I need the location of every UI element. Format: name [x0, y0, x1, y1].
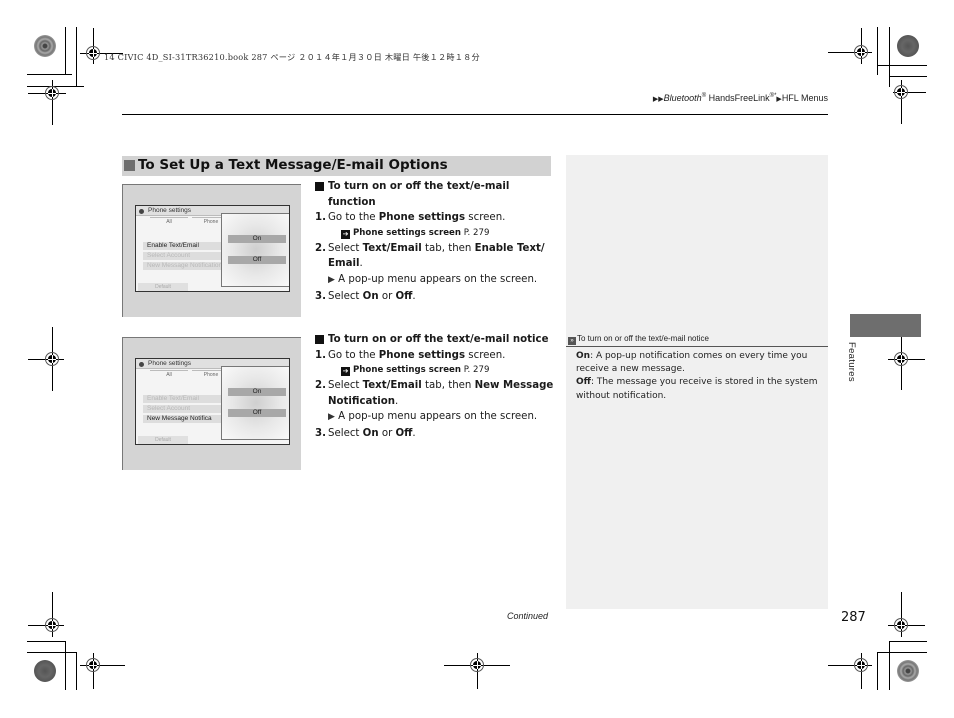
crop-line	[889, 641, 890, 690]
screen-default-button: Default	[138, 436, 188, 444]
crop-line	[889, 27, 890, 87]
crop-line	[27, 652, 77, 653]
popup-option-off: Off	[228, 256, 286, 264]
crop-line	[889, 76, 927, 77]
bullet-icon	[139, 361, 144, 367]
triangle-bullet-icon: ▶	[328, 412, 335, 423]
print-header: 14 CIVIC 4D_SI-31TR36210.book 287 ページ ２０…	[104, 52, 480, 62]
step-1: 1. Go to the Phone settings screen.	[315, 349, 506, 361]
breadcrumb-item-bluetooth[interactable]: Bluetooth	[664, 93, 702, 103]
crop-line	[65, 641, 66, 690]
crop-line	[877, 652, 878, 690]
crop-line	[65, 27, 66, 75]
crop-line	[889, 641, 927, 642]
crop-line	[877, 65, 927, 66]
screen-popup-menu: On Off	[221, 213, 289, 287]
square-bullet-icon	[315, 182, 324, 191]
step-3: 3. Select On or Off.	[315, 290, 416, 302]
procedure-heading: To turn on or off the text/e-mail functi…	[315, 179, 555, 210]
step-note: ▶ A pop-up menu appears on the screen.	[328, 411, 538, 423]
triangle-bullet-icon: ▶	[328, 274, 335, 285]
phone-settings-screen: Phone settings All Phone Enable Text/Ema…	[135, 205, 290, 292]
section-heading: To Set Up a Text Message/E-mail Options	[122, 156, 551, 176]
side-note-body: On: A pop-up notification comes on every…	[576, 350, 824, 403]
bullet-icon	[139, 208, 144, 214]
crop-line	[76, 27, 77, 87]
step-note: ▶ A pop-up menu appears on the screen.	[328, 273, 538, 285]
step-2: 2. Select Text/Email tab, then Enable Tex…	[315, 242, 545, 270]
screen-popup-menu: On Off	[221, 366, 289, 440]
screen-row-new-message-notification: New Message Notification	[143, 262, 228, 270]
popup-option-on: On	[228, 388, 286, 396]
side-note-item-off: Off: The message you receive is stored i…	[576, 377, 818, 401]
double-arrow-icon: ▶▶	[652, 96, 664, 103]
popup-option-on: On	[228, 235, 286, 243]
screen-row-enable-text-email: Enable Text/Email	[143, 242, 228, 250]
registered-mark: ®	[701, 93, 707, 99]
screen-row-select-account: Select Account	[143, 252, 228, 260]
registration-rosette-icon	[897, 35, 919, 57]
screen-row-new-message-notification: New Message Notifica	[143, 415, 228, 423]
continued-label: Continued	[507, 611, 549, 621]
screen-row-select-account: Select Account	[143, 405, 228, 413]
step-2: 2. Select Text/Email tab, then New Messag…	[315, 380, 554, 407]
registration-rosette-icon	[34, 35, 56, 57]
screen-title: Phone settings	[148, 207, 192, 214]
square-bullet-icon	[124, 160, 135, 171]
reference-arrow-icon: ➔	[341, 367, 350, 377]
square-bullet-icon	[315, 335, 324, 344]
screen-default-button: Default	[138, 283, 188, 291]
section-title: To Set Up a Text Message/E-mail Options	[138, 157, 448, 173]
registration-rosette-icon	[34, 660, 56, 682]
cross-reference[interactable]: ➔ Phone settings screen P. 279	[315, 226, 555, 241]
procedure-1: To turn on or off the text/e-mail functi…	[315, 179, 555, 304]
reference-arrow-icon: ➔	[341, 229, 350, 239]
screen-row-enable-text-email: Enable Text/Email	[143, 395, 228, 403]
phone-settings-screen: Phone settings All Phone Enable Text/Ema…	[135, 358, 290, 445]
screen-tab-all: All	[150, 370, 188, 379]
page-number: 287	[841, 610, 866, 625]
screen-illustration-2: Phone settings All Phone Enable Text/Ema…	[122, 337, 301, 470]
popup-option-off: Off	[228, 409, 286, 417]
crop-line	[76, 652, 77, 690]
step-3: 3. Select On or Off.	[315, 427, 416, 439]
procedure-2: To turn on or off the text/e-mail notice…	[315, 332, 555, 442]
screen-tab-all: All	[150, 217, 188, 226]
cross-reference[interactable]: ➔ Phone settings screen P. 279	[315, 363, 555, 378]
breadcrumb: ▶▶Bluetooth® HandsFreeLink®*▶HFL Menus	[653, 93, 828, 103]
screen-title: Phone settings	[148, 360, 192, 367]
crop-line	[27, 641, 66, 642]
breadcrumb-item-handsfreelink[interactable]: HandsFreeLink	[709, 93, 770, 103]
breadcrumb-item-hfl-menus[interactable]: HFL Menus	[782, 93, 828, 103]
registration-rosette-icon	[897, 660, 919, 682]
crop-line	[877, 27, 878, 75]
crop-line	[877, 652, 927, 653]
note-marker-icon: »	[568, 337, 576, 345]
step-1: 1. Go to the Phone settings screen.	[315, 212, 506, 224]
side-note-item-on: On: A pop-up notification comes on every…	[576, 351, 808, 375]
side-note-heading: » To turn on or off the text/e-mail notic…	[568, 334, 828, 345]
procedure-heading: To turn on or off the text/e-mail notice	[315, 332, 555, 348]
screen-illustration-1: Phone settings All Phone Enable Text/Ema…	[122, 184, 301, 317]
chapter-tab[interactable]	[850, 314, 921, 337]
side-note-rule	[566, 346, 828, 347]
header-rule	[122, 114, 828, 115]
chapter-label: Features	[846, 342, 857, 382]
